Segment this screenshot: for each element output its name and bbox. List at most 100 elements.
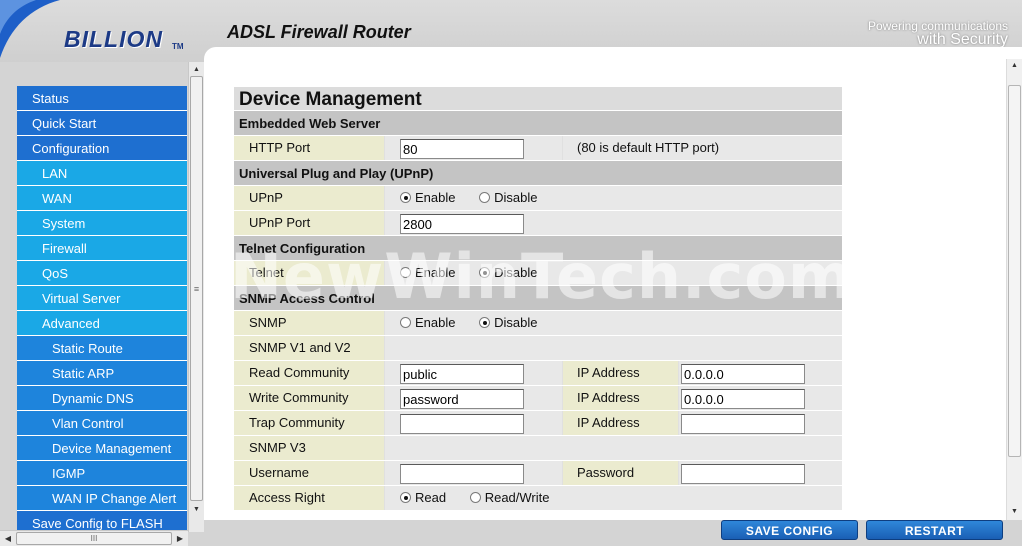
section-upnp: Universal Plug and Play (UPnP) [234,161,842,186]
sidebar-item-igmp[interactable]: IGMP [17,461,187,486]
telnet-disable-label: Disable [494,265,538,280]
section-telnet: Telnet Configuration [234,236,842,261]
upnp-port-cell [385,211,842,235]
snmp-v1v2-row: SNMP V1 and V2 [234,336,842,361]
sidebar-item-vlan-control[interactable]: Vlan Control [17,411,187,436]
username-row: Username Password [234,461,842,486]
scroll-up-arrow-icon[interactable]: ▲ [1007,59,1022,73]
radio-selected-icon[interactable] [400,492,411,503]
sidebar-item-system[interactable]: System [17,211,187,236]
sidebar-hscroll-thumb[interactable]: III [16,532,172,545]
app-title: ADSL Firewall Router [227,22,411,42]
snmp-disable-radio[interactable]: Disable [479,311,537,335]
scroll-down-arrow-icon[interactable]: ▼ [1007,505,1022,519]
sidebar-item-static-route[interactable]: Static Route [17,336,187,361]
http-port-cell [385,136,562,160]
sidebar-horizontal-scrollbar[interactable]: ◀ III ▶ [0,530,188,546]
radio-selected-icon[interactable] [479,317,491,328]
telnet-enable-radio[interactable]: Enable [400,261,455,285]
write-community-label: Write Community [234,386,384,410]
scroll-left-arrow-icon[interactable]: ◀ [0,531,16,546]
save-config-button[interactable]: SAVE CONFIG [721,520,858,540]
http-port-note: (80 is default HTTP port) [563,136,842,160]
telnet-disable-radio[interactable]: Disable [479,261,537,285]
access-readwrite-radio[interactable]: Read/Write [469,486,550,510]
username-cell [385,461,562,485]
sidebar: Status Quick Start Configuration LAN WAN… [0,62,204,546]
radio-unselected-icon[interactable] [400,317,411,328]
radio-selected-icon[interactable] [400,192,411,203]
read-community-cell [385,361,562,385]
radio-unselected-icon[interactable] [479,192,491,203]
device-management-panel: Device Management Embedded Web Server HT… [234,87,842,511]
sidebar-vertical-scrollbar[interactable]: ▲ ≡ ▼ [188,62,204,532]
sidebar-item-lan[interactable]: LAN [17,161,187,186]
access-right-label: Access Right [234,486,384,510]
write-ip-address-cell [679,386,842,410]
sidebar-item-wan-ip-change-alert[interactable]: WAN IP Change Alert [17,486,187,511]
logo-trademark: TM [172,42,184,51]
access-readwrite-label: Read/Write [484,490,550,505]
snmp-v3-label: SNMP V3 [234,436,384,460]
sidebar-item-wan[interactable]: WAN [17,186,187,211]
access-right-radio-group: Read Read/Write [385,486,842,510]
sidebar-item-qos[interactable]: QoS [17,261,187,286]
write-ip-address-input[interactable] [681,389,805,409]
radio-unselected-icon[interactable] [400,267,411,278]
section-snmp: SNMP Access Control [234,286,842,311]
sidebar-item-device-management[interactable]: Device Management [17,436,187,461]
http-port-row: HTTP Port (80 is default HTTP port) [234,136,842,161]
sidebar-item-quick-start[interactable]: Quick Start [17,111,187,136]
telnet-radio-group: Enable Disable [385,261,842,285]
radio-unselected-icon[interactable] [469,492,481,503]
read-community-row: Read Community IP Address [234,361,842,386]
password-input[interactable] [681,464,805,484]
read-ip-address-label: IP Address [563,361,678,385]
bottom-button-bar: SAVE CONFIG RESTART [204,520,1022,546]
scroll-down-arrow-icon[interactable]: ▼ [189,502,204,518]
sidebar-item-firewall[interactable]: Firewall [17,236,187,261]
sidebar-item-virtual-server[interactable]: Virtual Server [17,286,187,311]
sidebar-item-dynamic-dns[interactable]: Dynamic DNS [17,386,187,411]
trap-ip-address-input[interactable] [681,414,805,434]
upnp-disable-label: Disable [494,190,538,205]
read-ip-address-cell [679,361,842,385]
access-right-row: Access Right Read Read/Write [234,486,842,511]
snmp-v3-row: SNMP V3 [234,436,842,461]
upnp-disable-radio[interactable]: Disable [479,186,537,210]
upnp-port-input[interactable] [400,214,524,234]
upnp-enable-radio[interactable]: Enable [400,186,455,210]
sidebar-scroll-thumb[interactable]: ≡ [190,76,203,501]
scroll-right-arrow-icon[interactable]: ▶ [172,531,188,546]
sidebar-nav: Status Quick Start Configuration LAN WAN… [17,86,187,534]
access-read-radio[interactable]: Read [400,486,446,510]
page-title: Device Management [234,87,842,111]
write-community-input[interactable] [400,389,524,409]
read-ip-address-input[interactable] [681,364,805,384]
restart-button[interactable]: RESTART [866,520,1003,540]
telnet-row: Telnet Enable Disable [234,261,842,286]
sidebar-item-static-arp[interactable]: Static ARP [17,361,187,386]
tagline: Powering communications with Security [868,20,1008,48]
sidebar-item-advanced[interactable]: Advanced [17,311,187,336]
write-community-row: Write Community IP Address [234,386,842,411]
username-label: Username [234,461,384,485]
sidebar-item-status[interactable]: Status [17,86,187,111]
read-community-input[interactable] [400,364,524,384]
trap-ip-address-label: IP Address [563,411,678,435]
snmp-enable-radio[interactable]: Enable [400,311,455,335]
username-input[interactable] [400,464,524,484]
content-vertical-scrollbar[interactable]: ▲ ▼ [1006,59,1022,520]
upnp-label: UPnP [234,186,384,210]
snmp-radio-group: Enable Disable [385,311,842,335]
password-cell [679,461,842,485]
radio-selected-icon[interactable] [479,267,491,278]
snmp-v3-spacer [385,436,842,460]
upnp-enable-label: Enable [415,190,456,205]
section-embedded-web-server: Embedded Web Server [234,111,842,136]
sidebar-item-configuration[interactable]: Configuration [17,136,187,161]
http-port-input[interactable] [400,139,524,159]
snmp-row: SNMP Enable Disable [234,311,842,336]
trap-community-input[interactable] [400,414,524,434]
content-scroll-thumb[interactable] [1008,85,1021,457]
